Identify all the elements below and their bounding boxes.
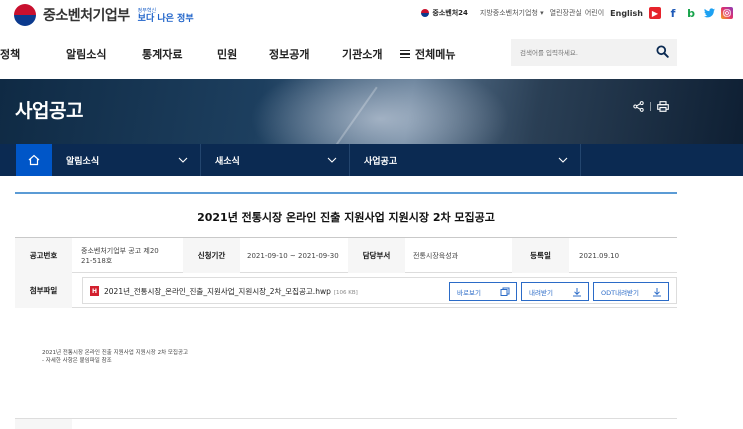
label-attach: 첨부파일 xyxy=(15,273,72,308)
value-date: 2021.09.10 xyxy=(579,251,620,260)
location-depth3-label: 사업공고 xyxy=(364,156,398,167)
label-notice-no: 공고번호 xyxy=(15,238,72,273)
notice-no-line1: 중소벤처기업부 공고 제20 xyxy=(81,246,159,255)
logo-text: 중소벤처기업부 xyxy=(43,8,130,24)
value-dept: 전통시장육성과 xyxy=(413,251,459,260)
content-top-rule xyxy=(15,192,677,194)
odt-download-label: ODT내려받기 xyxy=(601,288,640,297)
print-icon[interactable] xyxy=(657,101,669,112)
attachment-name[interactable]: 2021년_전통시장_온라인_진출_지원사업_지원시장_2차_모집공고.hwp[… xyxy=(104,286,358,297)
notice-no-line2: 21-518호 xyxy=(81,256,113,265)
divider xyxy=(650,102,651,111)
page-title: 사업공고 xyxy=(15,100,83,122)
body-line: - 자세한 사항은 붙임파일 참조 xyxy=(42,358,112,364)
nav-item-news[interactable]: 알림소식 xyxy=(66,46,106,62)
top-bar: 중소벤처기업부 정부혁신 보다 나은 정부 중소벤처24 지방중소벤처기업청 ▾… xyxy=(0,0,743,30)
nav-item-about[interactable]: 기관소개 xyxy=(342,46,382,62)
location-depth2[interactable]: 새소식 xyxy=(203,144,350,176)
location-depth1[interactable]: 알림소식 xyxy=(54,144,201,176)
nav-item-info[interactable]: 정보공개 xyxy=(269,46,309,62)
preview-icon xyxy=(500,287,510,296)
hamburger-icon xyxy=(400,48,410,61)
utility-links: 중소벤처24 지방중소벤처기업청 ▾ 열린장관실 어린이 English ▶ f… xyxy=(415,7,733,20)
nav-item-statistics[interactable]: 통계자료 xyxy=(142,46,182,62)
home-icon xyxy=(28,154,40,166)
attachment-item: H 2021년_전통시장_온라인_진출_지원사업_지원시장_2차_모집공고.hw… xyxy=(82,277,677,304)
file-name: 2021년_전통시장_온라인_진출_지원사업_지원시장_2차_모집공고.hwp xyxy=(104,287,331,296)
hwp-file-icon: H xyxy=(90,286,99,296)
download-label: 내려받기 xyxy=(529,288,553,297)
label-period: 신청기간 xyxy=(183,238,240,273)
search-input[interactable] xyxy=(511,39,641,66)
post-view: 2021년 전통시장 온라인 진출 지원사업 지원시장 2차 모집공고 공고번호… xyxy=(15,192,677,308)
banner-image xyxy=(250,79,510,144)
youtube-icon[interactable]: ▶ xyxy=(649,7,661,19)
chevron-down-icon xyxy=(327,157,337,163)
post-title: 2021년 전통시장 온라인 진출 지원사업 지원시장 2차 모집공고 xyxy=(197,211,495,224)
util-link-kids[interactable]: 어린이 xyxy=(585,8,604,18)
home-button[interactable] xyxy=(16,144,52,176)
next-row-label-cell xyxy=(15,419,72,429)
location-depth3[interactable]: 사업공고 xyxy=(352,144,581,176)
preview-label: 바로보기 xyxy=(457,288,481,297)
search-box xyxy=(511,39,677,66)
bottom-rule xyxy=(15,418,677,419)
util-link-venture24[interactable]: 중소벤처24 xyxy=(421,8,468,18)
util-link-english[interactable]: English xyxy=(610,9,643,18)
instagram-icon[interactable] xyxy=(721,7,733,19)
value-notice-no: 중소벤처기업부 공고 제20 21-518호 xyxy=(81,238,181,273)
download-icon xyxy=(573,288,581,297)
all-menu-button[interactable]: 전체메뉴 xyxy=(400,46,455,62)
post-info-table: 공고번호 중소벤처기업부 공고 제20 21-518호 신청기간 2021-09… xyxy=(15,237,677,308)
search-icon[interactable] xyxy=(656,45,669,58)
download-icon xyxy=(653,288,661,297)
label-dept: 담당부서 xyxy=(348,238,405,273)
info-row-attachment: 첨부파일 H 2021년_전통시장_온라인_진출_지원사업_지원시장_2차_모집… xyxy=(15,273,677,308)
info-row-meta: 공고번호 중소벤처기업부 공고 제20 21-518호 신청기간 2021-09… xyxy=(15,238,677,273)
banner-tools xyxy=(633,101,669,112)
location-depth1-label: 알림소식 xyxy=(66,156,100,167)
download-button[interactable]: 내려받기 xyxy=(521,282,589,301)
body-line: 2021년 전통시장 온라인 진출 지원사업 지원시장 2차 모집공고 xyxy=(42,350,189,356)
post-body: 2021년 전통시장 온라인 진출 지원사업 지원시장 2차 모집공고 - 자세… xyxy=(42,349,188,365)
chevron-down-icon xyxy=(558,157,568,163)
facebook-icon[interactable]: f xyxy=(667,7,679,20)
page-banner: 사업공고 xyxy=(0,79,743,144)
value-period: 2021-09-10 ~ 2021-09-30 xyxy=(247,251,339,260)
preview-button[interactable]: 바로보기 xyxy=(449,282,517,301)
util-link-minister[interactable]: 열린장관실 xyxy=(550,8,582,18)
util-link-regional[interactable]: 지방중소벤처기업청 ▾ xyxy=(474,8,544,18)
gov-innovation-logo[interactable]: 정부혁신 보다 나은 정부 xyxy=(137,7,194,24)
chevron-down-icon xyxy=(178,157,188,163)
label-date: 등록일 xyxy=(512,238,569,273)
share-icon[interactable] xyxy=(633,101,644,112)
odt-download-button[interactable]: ODT내려받기 xyxy=(593,282,669,301)
sub-logo-main: 보다 나은 정부 xyxy=(137,14,194,24)
government-emblem-icon xyxy=(14,4,36,26)
file-size: [106 KB] xyxy=(333,290,358,296)
twitter-icon[interactable] xyxy=(703,7,715,19)
blog-icon[interactable]: b xyxy=(685,7,697,20)
ministry-logo[interactable]: 중소벤처기업부 정부혁신 보다 나은 정부 xyxy=(14,4,194,26)
location-nav: 알림소식 새소식 사업공고 xyxy=(0,144,743,176)
emblem-icon xyxy=(421,9,430,17)
location-depth2-label: 새소식 xyxy=(215,156,240,167)
nav-item-civil[interactable]: 민원 xyxy=(217,46,237,62)
nav-item-policy[interactable]: 정책 xyxy=(0,46,20,62)
